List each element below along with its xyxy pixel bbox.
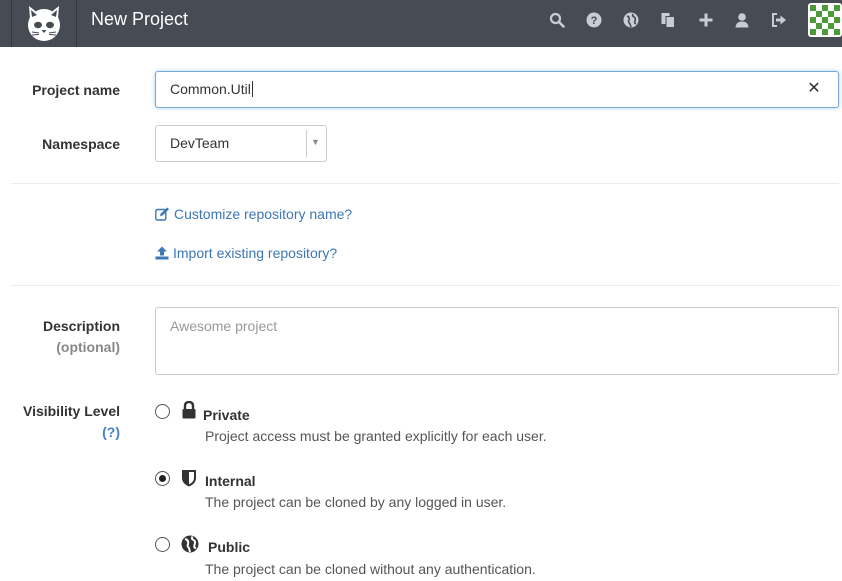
gitlab-cat-logo-icon: [28, 5, 60, 41]
project-name-label: Project name: [32, 82, 120, 98]
project-name-value: Common.Util: [170, 81, 253, 97]
clear-icon[interactable]: ✕: [806, 80, 822, 98]
visibility-internal-title: Internal: [205, 473, 256, 489]
description-textarea[interactable]: [155, 307, 839, 375]
plus-icon[interactable]: [697, 11, 715, 29]
globe-icon[interactable]: [622, 11, 640, 29]
shield-icon: [181, 469, 199, 487]
namespace-value: DevTeam: [170, 135, 230, 151]
visibility-internal-radio[interactable]: [155, 471, 170, 486]
sign-out-icon[interactable]: [770, 11, 788, 29]
visibility-private-radio[interactable]: [155, 404, 170, 419]
customize-link-text: Customize repository name?: [174, 206, 353, 222]
visibility-public-title: Public: [208, 539, 251, 555]
top-navbar: New Project ?: [0, 0, 842, 47]
namespace-label: Namespace: [42, 136, 120, 152]
project-name-input[interactable]: Common.Util ✕: [155, 71, 839, 108]
visibility-private-title: Private: [203, 407, 250, 423]
divider: [11, 285, 839, 286]
description-label: Description: [42, 318, 120, 334]
select-divider: [306, 130, 307, 157]
chevron-down-icon: ▼: [311, 137, 320, 147]
globe-icon: [181, 535, 199, 553]
visibility-internal-description: The project can be cloned by any logged …: [205, 494, 507, 510]
upload-icon: [155, 246, 169, 260]
svg-text:?: ?: [591, 15, 598, 27]
lock-icon: [181, 400, 199, 419]
visibility-private-description: Project access must be granted explicitl…: [205, 428, 547, 444]
customize-repo-name-link[interactable]: Customize repository name?: [155, 206, 352, 222]
import-link-text: Import existing repository?: [173, 245, 338, 261]
user-icon[interactable]: [733, 11, 751, 29]
page-title: New Project: [91, 9, 189, 29]
copy-icon[interactable]: [659, 11, 677, 29]
import-repo-link[interactable]: Import existing repository?: [155, 245, 337, 261]
visibility-public-radio[interactable]: [155, 537, 170, 552]
help-icon[interactable]: ?: [585, 11, 603, 29]
divider: [11, 183, 839, 184]
visibility-level-label: Visibility Level: [22, 403, 120, 419]
logo[interactable]: [11, 0, 77, 47]
description-optional-label: (optional): [56, 339, 120, 355]
edit-icon: [155, 207, 169, 221]
visibility-public-description: The project can be cloned without any au…: [205, 561, 536, 577]
avatar[interactable]: [808, 3, 842, 37]
visibility-help-link[interactable]: (?): [10, 424, 120, 440]
search-icon[interactable]: [548, 11, 566, 29]
namespace-select[interactable]: DevTeam ▼: [155, 125, 327, 162]
